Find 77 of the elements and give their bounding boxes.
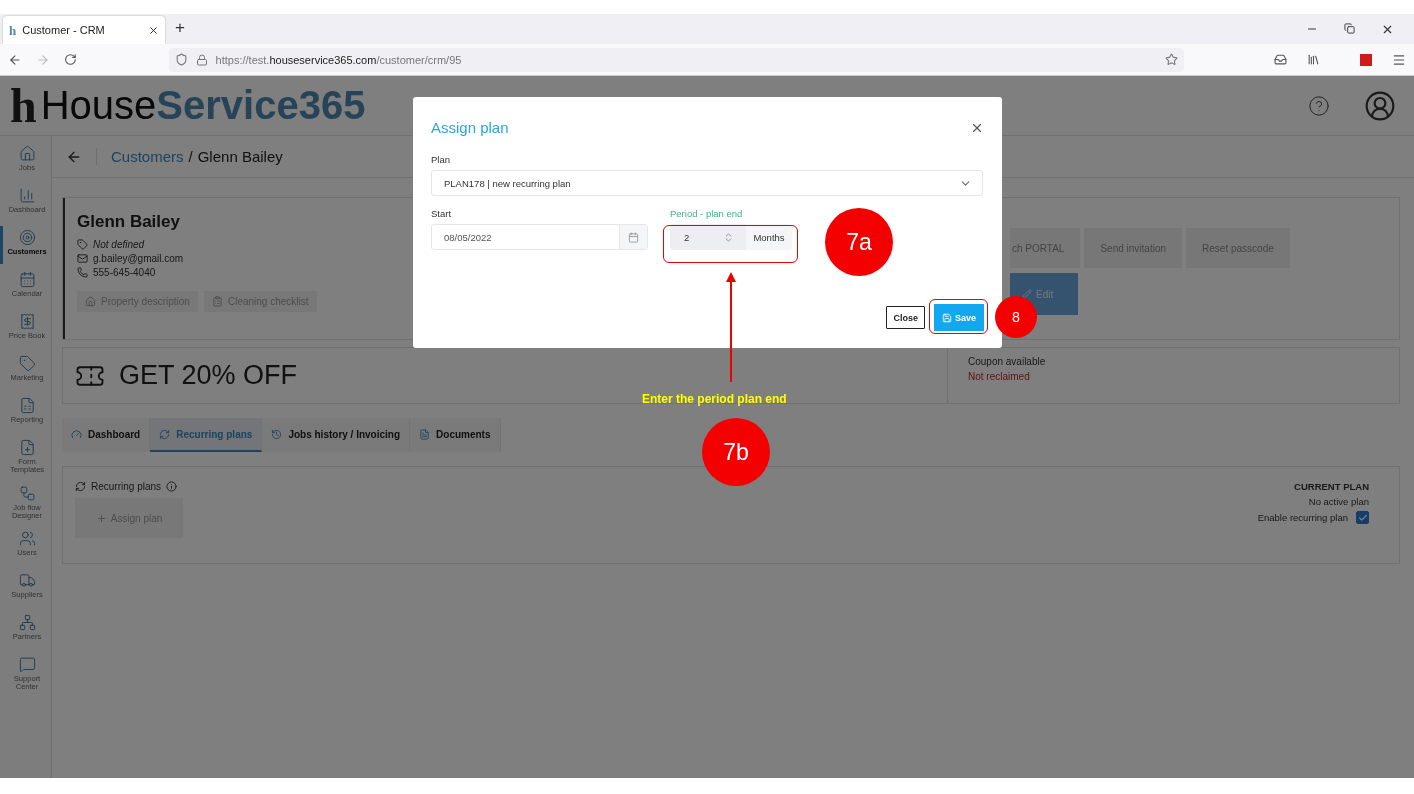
help-icon[interactable]	[1308, 94, 1330, 117]
menu-icon[interactable]	[1392, 52, 1406, 67]
coupon-label: Coupon available	[968, 356, 1047, 367]
bar-chart-icon	[18, 187, 36, 204]
library-icon[interactable]	[1307, 53, 1320, 66]
tag-icon	[77, 239, 88, 250]
calendar-icon	[628, 231, 639, 243]
house-icon	[18, 145, 36, 162]
clipboard-icon	[211, 296, 223, 307]
field-label: Period - plan end	[670, 208, 744, 219]
inbox-icon[interactable]	[1274, 53, 1287, 66]
users-icon	[18, 530, 36, 547]
tag-icon	[18, 355, 36, 372]
shield-icon	[174, 53, 188, 66]
step-marker: 7b	[702, 418, 770, 486]
save-icon	[942, 312, 952, 323]
plus-icon	[95, 512, 107, 524]
target-icon	[18, 229, 36, 246]
receipt-icon	[18, 313, 36, 330]
mail-icon	[77, 253, 88, 264]
customer-phone: 555-645-4040	[93, 267, 156, 278]
plan-select[interactable]: PLAN178 | new recurring plan	[431, 170, 983, 196]
tab[interactable]: Jobs history / Invoicing	[262, 418, 411, 452]
field-label: Plan	[431, 154, 451, 165]
field-label: Start	[431, 208, 453, 219]
save-button[interactable]: Save	[934, 304, 984, 331]
close-button[interactable]: Close	[886, 306, 925, 329]
truck-icon	[18, 572, 36, 589]
dialog-title: Assign plan	[431, 119, 509, 136]
tab[interactable]: Recurring plans	[150, 418, 263, 452]
customer-name: Glenn Bailey	[77, 212, 180, 232]
unit-label: Months	[746, 224, 792, 250]
restore-icon[interactable]	[1344, 22, 1355, 34]
refresh-icon	[75, 481, 86, 492]
coupon-headline: GET 20% OFF	[119, 360, 298, 391]
network-icon	[18, 614, 36, 631]
spreadsheet-icon	[18, 397, 36, 414]
star-icon[interactable]	[1165, 53, 1178, 66]
history-icon	[271, 428, 283, 440]
date-field[interactable]: 08/05/2022	[431, 224, 648, 250]
lock-icon	[195, 53, 208, 66]
extension-icon[interactable]	[1360, 53, 1372, 66]
file-plus-icon	[18, 439, 36, 456]
calendar-icon	[18, 271, 36, 288]
new-tab-button[interactable]: +	[175, 18, 185, 38]
favicon-icon: h	[9, 23, 17, 37]
close-icon[interactable]	[148, 24, 159, 36]
phone-icon	[77, 267, 88, 278]
customer-email: g.bailey@gmail.com	[93, 253, 184, 264]
tab[interactable]: Dashboard	[62, 418, 151, 452]
current-plan-heading: CURRENT PLAN	[1294, 481, 1369, 492]
logo: hHouseService365	[10, 81, 366, 130]
gauge-icon	[71, 428, 82, 440]
address-field[interactable]: https://test.houseservice365.com/customer/crm/95	[168, 47, 1184, 72]
avatar-icon[interactable]	[1364, 89, 1396, 122]
tab[interactable]: Documents	[410, 418, 501, 452]
chat-bubble-icon	[18, 656, 36, 673]
reload-icon[interactable]	[63, 53, 77, 66]
back-icon[interactable]	[8, 52, 22, 67]
info-icon	[166, 481, 178, 492]
workflow-icon	[18, 484, 36, 502]
document-icon	[419, 428, 431, 440]
breadcrumb: Customers / Glenn Bailey	[96, 148, 283, 165]
instruction-text: Enter the period plan end	[642, 392, 787, 406]
refresh-icon	[159, 428, 171, 440]
house-icon	[85, 296, 96, 307]
checkbox-label: Enable recurring plan	[1257, 512, 1348, 523]
number-field[interactable]: 2	[670, 224, 746, 250]
panel-title: Recurring plans	[91, 481, 162, 492]
customer-tag: Not defined	[93, 239, 145, 250]
highlight-outline	[929, 299, 988, 334]
current-plan-value: No active plan	[1308, 496, 1369, 507]
pencil-icon	[1022, 289, 1032, 299]
checkbox[interactable]	[1356, 511, 1369, 524]
browser-tab[interactable]: h Customer - CRM	[3, 16, 165, 44]
breadcrumb-link[interactable]: Customers	[111, 148, 184, 165]
coupon-status: Not reclaimed	[968, 371, 1031, 382]
